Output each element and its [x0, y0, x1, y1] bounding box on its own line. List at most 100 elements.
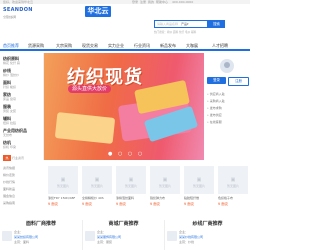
company-thumb[interactable] [2, 231, 12, 241]
nav-item-spot[interactable]: 现货交易 [82, 41, 98, 51]
company-thumb[interactable] [85, 231, 95, 241]
sidebar-footer-link[interactable]: 行业资讯 [12, 155, 42, 161]
panel-link[interactable]: • 采购商入驻 [207, 98, 249, 104]
product-grid: ▣ 暂无图片 涤纶FDY 150D/48F ¥ 面议 ▣ 暂无图片 全棉精梳纱 40… [44, 166, 250, 216]
site-logo[interactable]: SEANDON 全国纺织网 [3, 7, 39, 24]
brand-badge: 华北云 [85, 6, 111, 17]
nav-item-enterprise[interactable]: 实力企业 [108, 41, 124, 51]
image-caption: 暂无图片 [56, 184, 69, 188]
main-nav: 首页推荐 货源采购 大宗采购 现货交易 实力企业 行业资讯 新品发布 大咖展 人… [0, 41, 250, 51]
list-item[interactable]: 面料新品 [3, 187, 41, 192]
category-sidebar: 纺织原料 棉花 化纤 麻 纱线 棉纱 混纺纱 面料 针织 梭织 家纺 床品 窗帘 服装男… [0, 53, 44, 160]
top-link-register[interactable]: 注册 [140, 0, 146, 4]
category-sub: 男装 女装 [3, 109, 16, 113]
top-link-help[interactable]: 帮助中心 [156, 0, 168, 4]
recommend-section-mall: 商城厂商推荐 企业： 某某服饰有限公司 主营：服装 [83, 220, 164, 250]
product-image: ▣ 暂无图片 [184, 166, 214, 194]
product-name: 涤纶FDY 150D/48F [48, 196, 76, 200]
category-item[interactable]: 辅料 纽扣 拉链 [3, 116, 43, 125]
nav-item-sourcing[interactable]: 货源采购 [28, 41, 44, 51]
product-price: ¥ 面议 [48, 202, 59, 206]
product-image: ▣ 暂无图片 [48, 166, 78, 194]
product-name: 涤棉混纺面料 [116, 196, 135, 200]
image-caption: 暂无图片 [226, 184, 239, 188]
category-sub: 织机 印染 [3, 145, 16, 149]
product-name: 锦纶弹力布 [150, 196, 166, 200]
list-item[interactable]: 资讯快报 [3, 166, 41, 171]
category-item[interactable]: 产业用纺织品 无纺布 [3, 128, 43, 137]
product-card[interactable]: ▣ 暂无图片 全棉精梳纱 40S ¥ 面议 [82, 166, 112, 214]
nav-item-new[interactable]: 新品发布 [160, 41, 176, 51]
category-item[interactable]: 纺织原料 棉花 化纤 麻 [3, 56, 43, 65]
company-info[interactable]: 企业： 某某纱线有限公司 主营：纱线 [179, 230, 203, 245]
category-sub: 无纺布 [3, 133, 13, 137]
product-price: ¥ 面议 [150, 202, 161, 206]
info-line: 主营：纱线 [179, 240, 195, 244]
fabric-graphic [54, 112, 116, 144]
banner-pill: 源头直供大放价 [68, 85, 112, 93]
info-line: 主营：面料 [14, 240, 30, 244]
nav-item-home[interactable]: 首页推荐 [3, 41, 19, 51]
panel-link[interactable]: • 在线客服 [207, 119, 249, 125]
login-button[interactable]: 登录 [207, 77, 226, 84]
avatar [220, 59, 234, 73]
image-placeholder-icon: ▣ [162, 177, 168, 183]
category-item[interactable]: 面料 针织 梭织 [3, 80, 43, 89]
product-image: ▣ 暂无图片 [218, 166, 248, 194]
product-card[interactable]: ▣ 暂无图片 粘胶短纤维 ¥ 面议 [184, 166, 214, 214]
category-sub: 棉纱 混纺纱 [3, 73, 19, 77]
company-info[interactable]: 企业： 某某服饰有限公司 主营：服装 [97, 230, 121, 245]
logo-subtitle: 全国纺织网 [3, 16, 16, 19]
product-card[interactable]: ▣ 暂无图片 涤棉混纺面料 ¥ 面议 [116, 166, 146, 214]
panel-link[interactable]: • 供应商入驻 [207, 91, 249, 97]
top-link-login[interactable]: 登录 [132, 0, 138, 4]
image-caption: 暂无图片 [124, 184, 137, 188]
company-info[interactable]: 企业： 某某纺织有限公司 主营：面料 [14, 230, 38, 245]
image-placeholder-icon: ▣ [128, 177, 134, 183]
panel-link[interactable]: • 发布供应 [207, 112, 249, 118]
product-name: 色织格子布 [218, 196, 234, 200]
image-caption: 暂无图片 [90, 184, 103, 188]
image-placeholder-icon: ▣ [60, 177, 66, 183]
category-sub: 棉花 化纤 麻 [3, 61, 20, 65]
top-link-mine[interactable]: 我的 [148, 0, 154, 4]
company-thumb[interactable] [167, 231, 177, 241]
list-item[interactable]: 棉价走势 [3, 173, 41, 178]
category-item[interactable]: 家纺 床品 窗帘 [3, 92, 43, 101]
image-placeholder-icon: ▣ [230, 177, 236, 183]
list-item[interactable]: 采购指南 [3, 201, 41, 206]
product-name: 全棉精梳纱 40S [82, 196, 104, 200]
category-item[interactable]: 纺机 织机 印染 [3, 140, 43, 149]
hero-banner[interactable]: 纺织现货 源头直供大放价 ● ○ ○ ○ [44, 53, 204, 160]
product-name: 粘胶短纤维 [184, 196, 200, 200]
search-scope-select[interactable]: 产品▾ [181, 21, 191, 27]
image-placeholder-icon: ▣ [196, 177, 202, 183]
search-button[interactable]: 搜索 [208, 20, 225, 28]
top-strip: 您好，欢迎来到华北云 登录 注册 我的 帮助中心 400-000-0000 [0, 0, 250, 4]
nav-item-jobs[interactable]: 人才招聘 [212, 41, 228, 51]
product-card[interactable]: ▣ 暂无图片 锦纶弹力布 ¥ 面议 [150, 166, 180, 214]
register-button[interactable]: 注册 [228, 77, 249, 86]
nav-item-news[interactable]: 行业资讯 [134, 41, 150, 51]
info-line: 主营：服装 [97, 240, 113, 244]
nav-item-bulk[interactable]: 大宗采购 [56, 41, 72, 51]
category-sub: 纽扣 拉链 [3, 121, 16, 125]
chevron-down-icon: ▾ [187, 22, 189, 26]
category-item[interactable]: 服装 男装 女装 [3, 104, 43, 113]
logo-text: SEANDON [3, 7, 33, 13]
panel-link[interactable]: • 发布求购 [207, 105, 249, 111]
list-item[interactable]: 纱线行情 [3, 180, 41, 185]
product-price: ¥ 面议 [218, 202, 229, 206]
carousel-dots[interactable]: ● ○ ○ ○ [108, 151, 144, 157]
product-price: ¥ 面议 [82, 202, 93, 206]
nav-item-exhibit[interactable]: 大咖展 [186, 41, 198, 51]
list-item[interactable]: 展会信息 [3, 194, 41, 199]
hot-search-words[interactable]: 热门搜索：棉纱 面料 化纤 毛纱 辅料 [154, 30, 234, 34]
product-card[interactable]: ▣ 暂无图片 涤纶FDY 150D/48F ¥ 面议 [48, 166, 78, 214]
image-caption: 暂无图片 [192, 184, 205, 188]
top-phone: 400-000-0000 [172, 0, 194, 4]
product-card[interactable]: ▣ 暂无图片 色织格子布 ¥ 面议 [218, 166, 248, 214]
category-item[interactable]: 纱线 棉纱 混纺纱 [3, 68, 43, 77]
product-price: ¥ 面议 [184, 202, 195, 206]
product-image: ▣ 暂无图片 [150, 166, 180, 194]
